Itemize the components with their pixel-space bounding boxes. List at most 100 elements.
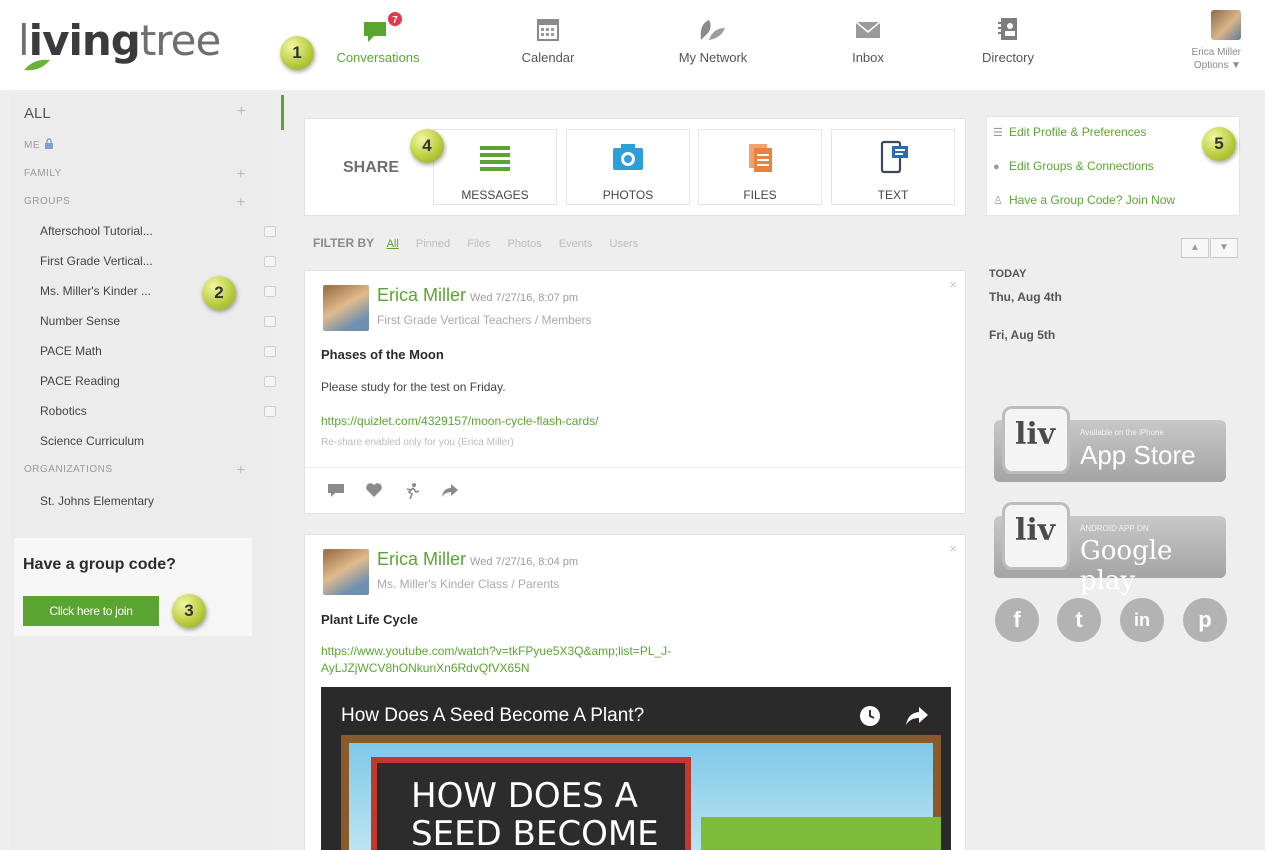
close-icon[interactable]: × (949, 541, 957, 556)
share-messages-button[interactable]: MESSAGES (433, 129, 557, 205)
add-group-button[interactable]: + (236, 194, 246, 212)
comment-icon[interactable] (327, 482, 347, 498)
leaf-icon (700, 20, 725, 40)
author-name[interactable]: Erica Miller (377, 285, 466, 305)
logo-leaf-icon (24, 59, 50, 71)
running-icon[interactable] (403, 482, 423, 500)
filter-users[interactable]: Users (610, 238, 639, 250)
share-arrow-icon[interactable] (441, 482, 461, 498)
sidebar-group-item[interactable]: Number Sense (24, 314, 276, 328)
post-group: Ms. Miller's Kinder Class / Parents (377, 577, 560, 591)
join-group-label: Have a Group Code? Join Now (1009, 193, 1176, 207)
post-date: Wed 7/27/16, 8:07 pm (470, 292, 579, 304)
calendar-icon (537, 19, 559, 41)
sidebar-group-item[interactable]: PACE Math (24, 344, 276, 358)
sidebar-item-family[interactable]: FAMILY + (24, 166, 254, 183)
files-icon (749, 144, 772, 172)
author-avatar[interactable] (323, 549, 369, 595)
user-options-dropdown[interactable]: Options ▼ (1192, 59, 1241, 72)
app-store-badge[interactable]: liv Available on the iPhone App Store (994, 406, 1226, 482)
pinterest-icon[interactable]: p (1183, 598, 1227, 642)
calendar-up-button[interactable]: ▲ (1181, 238, 1209, 258)
sidebar-group-item[interactable]: Robotics (24, 404, 276, 418)
sidebar-group-item[interactable]: Ms. Miller's Kinder ... (24, 284, 276, 298)
author-avatar[interactable] (323, 285, 369, 331)
nav-calendar[interactable]: Calendar (508, 14, 588, 65)
user-menu[interactable]: Erica Miller Options ▼ (1192, 10, 1241, 72)
sidebar-organization-item[interactable]: St. Johns Elementary (24, 494, 254, 508)
linkedin-icon[interactable]: in (1120, 598, 1164, 642)
group-code-panel: Have a group code? Click here to join (14, 538, 252, 636)
calendar-down-button[interactable]: ▼ (1210, 238, 1238, 258)
google-play-badge[interactable]: liv ANDROID APP ON Google play (994, 502, 1226, 596)
nav-inbox[interactable]: Inbox (838, 14, 898, 65)
nav-my-network-label: My Network (678, 50, 748, 65)
filter-pinned[interactable]: Pinned (416, 238, 450, 250)
nav-my-network[interactable]: My Network (668, 14, 758, 65)
heart-icon[interactable] (365, 482, 385, 498)
sliders-icon: ☰ (993, 127, 1003, 139)
group-checkbox[interactable] (264, 376, 276, 387)
group-checkbox[interactable] (264, 346, 276, 357)
calendar-day[interactable]: Fri, Aug 5th (989, 328, 1055, 342)
group-checkbox[interactable] (264, 316, 276, 327)
video-player[interactable]: HOW DOES A SEED BECOME How Does A Seed B… (321, 687, 951, 850)
sidebar-group-item[interactable]: Science Curriculum (24, 434, 276, 448)
nav-directory[interactable]: Directory (970, 14, 1046, 65)
filter-all[interactable]: All (387, 238, 399, 250)
post-link[interactable]: https://quizlet.com/4329157/moon-cycle-f… (321, 413, 881, 430)
filter-files[interactable]: Files (467, 238, 490, 250)
group-checkbox[interactable] (264, 256, 276, 267)
join-group-link[interactable]: ♙ Have a Group Code? Join Now (993, 193, 1175, 207)
group-label: PACE Math (40, 344, 102, 358)
group-checkbox[interactable] (264, 226, 276, 237)
share-arrow-icon[interactable] (905, 705, 929, 727)
sidebar-group-item[interactable]: Afterschool Tutorial... (24, 224, 276, 238)
sidebar-item-me[interactable]: ME (24, 138, 254, 151)
nav-conversations-label: Conversations (336, 50, 420, 65)
add-family-button[interactable]: + (236, 166, 246, 184)
group-label: Afterschool Tutorial... (40, 224, 153, 238)
group-label: Ms. Miller's Kinder ... (40, 284, 151, 298)
twitter-icon[interactable]: t (1057, 598, 1101, 642)
nav-conversations[interactable]: Conversations 7 (328, 10, 428, 65)
sidebar-item-all[interactable]: ALL + (24, 103, 254, 122)
sidebar-item-groups[interactable]: GROUPS + (24, 194, 254, 211)
edit-groups-link[interactable]: ● Edit Groups & Connections (993, 159, 1154, 173)
sidebar-group-item[interactable]: PACE Reading (24, 374, 276, 388)
share-files-button[interactable]: FILES (698, 129, 822, 205)
group-label: First Grade Vertical... (40, 254, 153, 268)
filter-events[interactable]: Events (559, 238, 593, 250)
step-marker-4: 4 (410, 129, 444, 163)
share-text-label: TEXT (877, 188, 909, 202)
google-play-small-text: ANDROID APP ON (1080, 524, 1149, 533)
group-checkbox[interactable] (264, 406, 276, 417)
close-icon[interactable]: × (949, 277, 957, 292)
liv-logo-text: liv (1015, 417, 1056, 452)
lines-icon (480, 146, 510, 171)
facebook-icon[interactable]: f (995, 598, 1039, 642)
share-photos-button[interactable]: PHOTOS (566, 129, 690, 205)
nav-inbox-label: Inbox (852, 50, 884, 65)
google-play-label: Google play (1080, 536, 1173, 596)
post-author[interactable]: Erica Miller Wed 7/27/16, 8:07 pm (377, 285, 578, 306)
left-sidebar: ALL + ME FAMILY + GROUPS + Afterschool T… (10, 92, 276, 850)
post-card: × Erica Miller Wed 7/27/16, 8:04 pm Ms. M… (304, 534, 966, 850)
post-title: Phases of the Moon (321, 347, 444, 362)
sidebar-item-organizations[interactable]: ORGANIZATIONS + (24, 462, 254, 479)
edit-profile-link[interactable]: ☰ Edit Profile & Preferences (993, 125, 1146, 139)
group-checkbox[interactable] (264, 286, 276, 297)
share-text-button[interactable]: TEXT (831, 129, 955, 205)
video-title[interactable]: How Does A Seed Become A Plant? (341, 705, 644, 727)
post-link[interactable]: https://www.youtube.com/watch?v=tkFPyue5… (321, 643, 781, 677)
share-files-label: FILES (743, 188, 777, 202)
add-all-button[interactable]: + (237, 103, 246, 121)
add-organization-button[interactable]: + (236, 462, 246, 480)
join-group-button[interactable]: Click here to join (23, 596, 159, 626)
clock-icon[interactable] (859, 705, 881, 727)
sidebar-group-item[interactable]: First Grade Vertical... (24, 254, 276, 268)
calendar-day[interactable]: Thu, Aug 4th (989, 290, 1062, 304)
author-name[interactable]: Erica Miller (377, 549, 466, 569)
post-author[interactable]: Erica Miller Wed 7/27/16, 8:04 pm (377, 549, 578, 570)
filter-photos[interactable]: Photos (507, 238, 541, 250)
